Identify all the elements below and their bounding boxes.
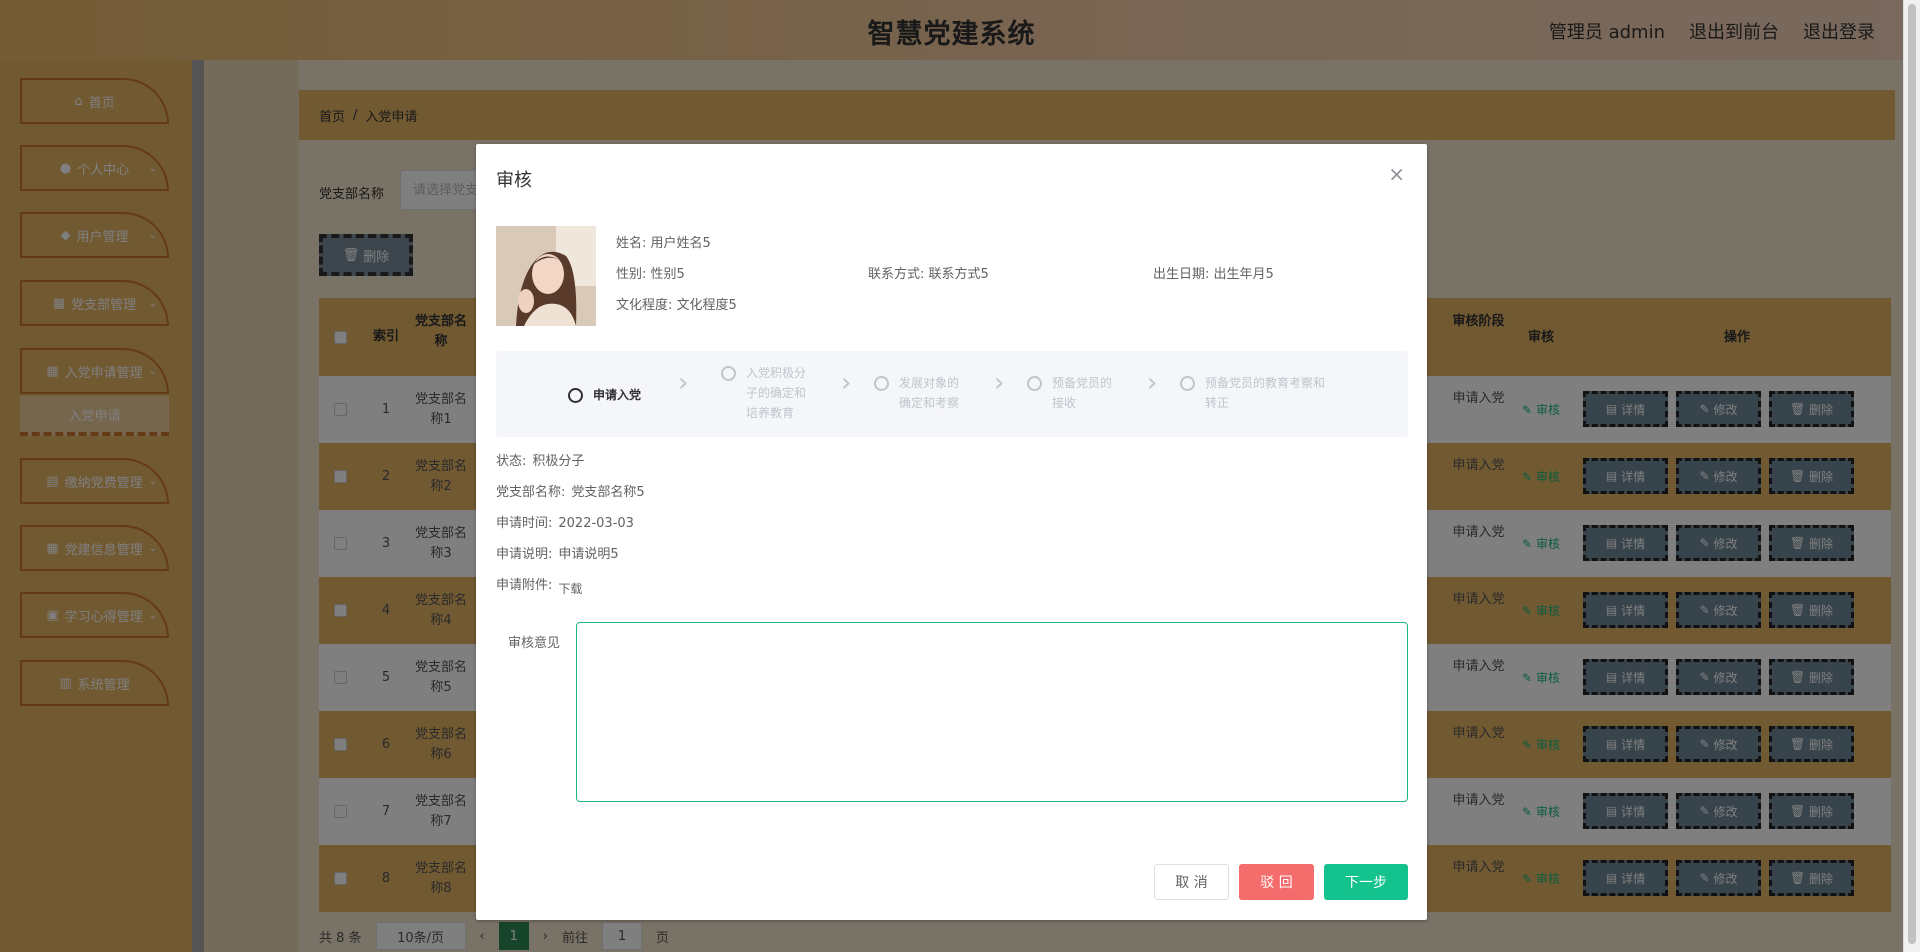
step-circle-icon bbox=[721, 366, 736, 381]
page-scrollbar-thumb[interactable] bbox=[1908, 4, 1916, 944]
step-2-label: 入党积极分子的确定和培养教育 bbox=[746, 366, 807, 420]
contact-label: 联系方式: bbox=[868, 267, 925, 282]
branch-value: 党支部名称5 bbox=[571, 485, 645, 500]
step-2: 入党积极分子的确定和培养教育 bbox=[721, 363, 808, 423]
education-value: 文化程度5 bbox=[676, 298, 737, 313]
download-link[interactable]: 下载 bbox=[558, 582, 582, 596]
chevron-right-icon: › bbox=[1147, 368, 1158, 398]
step-circle-icon bbox=[874, 376, 889, 391]
branch-label: 党支部名称: bbox=[496, 485, 566, 500]
gender-value: 性别5 bbox=[650, 267, 685, 282]
step-circle-icon bbox=[1027, 376, 1042, 391]
birth-label: 出生日期: bbox=[1153, 267, 1210, 282]
step-5-label: 预备党员的教育考察和转正 bbox=[1205, 376, 1326, 410]
name-value: 用户姓名5 bbox=[650, 236, 711, 251]
step-3: 发展对象的确定和考察 bbox=[874, 373, 961, 413]
opinion-label: 审核意见 bbox=[508, 636, 561, 651]
chevron-right-icon: › bbox=[841, 368, 852, 398]
status-value: 积极分子 bbox=[532, 454, 585, 469]
application-steps: 申请入党 › 入党积极分子的确定和培养教育 › 发展对象的确定和考察 › 预备党… bbox=[496, 351, 1408, 437]
attachment-label: 申请附件: bbox=[496, 578, 553, 593]
opinion-textarea[interactable] bbox=[576, 622, 1408, 802]
apply-time-label: 申请时间: bbox=[496, 516, 553, 531]
step-3-label: 发展对象的确定和考察 bbox=[899, 376, 960, 410]
name-label: 姓名: bbox=[616, 236, 647, 251]
status-label: 状态: bbox=[496, 454, 527, 469]
apply-desc-label: 申请说明: bbox=[496, 547, 553, 562]
apply-time-value: 2022-03-03 bbox=[558, 516, 634, 531]
reject-button[interactable]: 驳 回 bbox=[1239, 864, 1314, 900]
education-label: 文化程度: bbox=[616, 298, 673, 313]
step-4-label: 预备党员的接收 bbox=[1052, 376, 1113, 410]
step-circle-icon bbox=[1180, 376, 1195, 391]
page-scrollbar[interactable] bbox=[1903, 0, 1920, 952]
step-circle-icon bbox=[568, 388, 583, 403]
apply-desc-value: 申请说明5 bbox=[558, 547, 619, 562]
step-5: 预备党员的教育考察和转正 bbox=[1180, 373, 1329, 413]
user-avatar bbox=[496, 226, 596, 326]
next-step-button[interactable]: 下一步 bbox=[1324, 864, 1408, 900]
chevron-right-icon: › bbox=[678, 368, 689, 398]
step-1: 申请入党 bbox=[568, 385, 641, 405]
cancel-button[interactable]: 取 消 bbox=[1154, 864, 1229, 900]
step-4: 预备党员的接收 bbox=[1027, 373, 1114, 413]
birth-value: 出生年月5 bbox=[1213, 267, 1274, 282]
audit-dialog: 审核 × 姓名: 用户姓名5 性别: 性别5 联系方式: 联系方式5 出生日期:… bbox=[476, 144, 1427, 920]
gender-label: 性别: bbox=[616, 267, 647, 282]
step-1-label: 申请入党 bbox=[593, 388, 642, 402]
close-icon[interactable]: × bbox=[1388, 162, 1405, 186]
chevron-right-icon: › bbox=[994, 368, 1005, 398]
contact-value: 联系方式5 bbox=[928, 267, 989, 282]
dialog-title: 审核 bbox=[496, 170, 532, 191]
